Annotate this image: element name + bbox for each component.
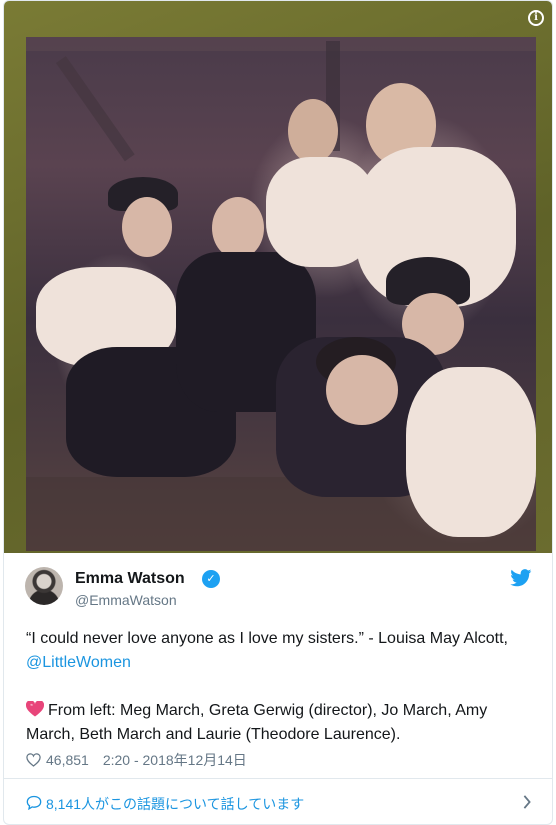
photo-face bbox=[288, 99, 338, 163]
photo-face bbox=[212, 197, 264, 259]
verified-check-icon: ✓ bbox=[202, 570, 220, 588]
sparkling-heart-icon bbox=[26, 701, 44, 717]
photo-ruffled-shirt bbox=[406, 367, 536, 537]
info-icon[interactable]: i bbox=[528, 10, 544, 26]
tweet-timestamp[interactable]: 2:20 - 2018年12月14日 bbox=[103, 750, 247, 770]
tweet-quote: “I could never love anyone as I love my … bbox=[26, 630, 508, 647]
photo-face bbox=[326, 355, 398, 425]
avatar[interactable] bbox=[25, 567, 63, 605]
tweet-meta: 46,851 2:20 - 2018年12月14日 bbox=[26, 750, 247, 770]
twitter-bird-icon[interactable] bbox=[510, 569, 532, 587]
speech-bubble-icon bbox=[26, 795, 42, 810]
heart-outline-icon[interactable] bbox=[26, 753, 41, 767]
conversation-link[interactable]: 8,141人がこの話題について話しています bbox=[4, 778, 552, 824]
photo-ceiling-beam bbox=[26, 37, 536, 51]
tweet-media[interactable]: i bbox=[4, 1, 552, 553]
like-count[interactable]: 46,851 bbox=[46, 752, 89, 768]
tweet-caption: From left: Meg March, Greta Gerwig (dire… bbox=[26, 702, 488, 743]
tweet-text: “I could never love anyone as I love my … bbox=[26, 627, 526, 747]
little-women-mention-link[interactable]: @LittleWomen bbox=[26, 654, 131, 671]
tweet-body: Emma Watson ✓ @EmmaWatson “I could never… bbox=[4, 553, 552, 778]
photo-rafter bbox=[56, 56, 135, 162]
chevron-right-icon[interactable] bbox=[522, 795, 532, 809]
author-handle[interactable]: @EmmaWatson bbox=[75, 592, 177, 608]
author-name[interactable]: Emma Watson bbox=[75, 570, 185, 588]
embedded-tweet-card: i Emma Watson ✓ @EmmaWatson “I could nev… bbox=[3, 0, 553, 825]
conversation-count-label[interactable]: 8,141人がこの話題について話しています bbox=[46, 794, 304, 814]
polaroid-photo[interactable] bbox=[26, 37, 536, 551]
photo-face bbox=[122, 197, 172, 257]
